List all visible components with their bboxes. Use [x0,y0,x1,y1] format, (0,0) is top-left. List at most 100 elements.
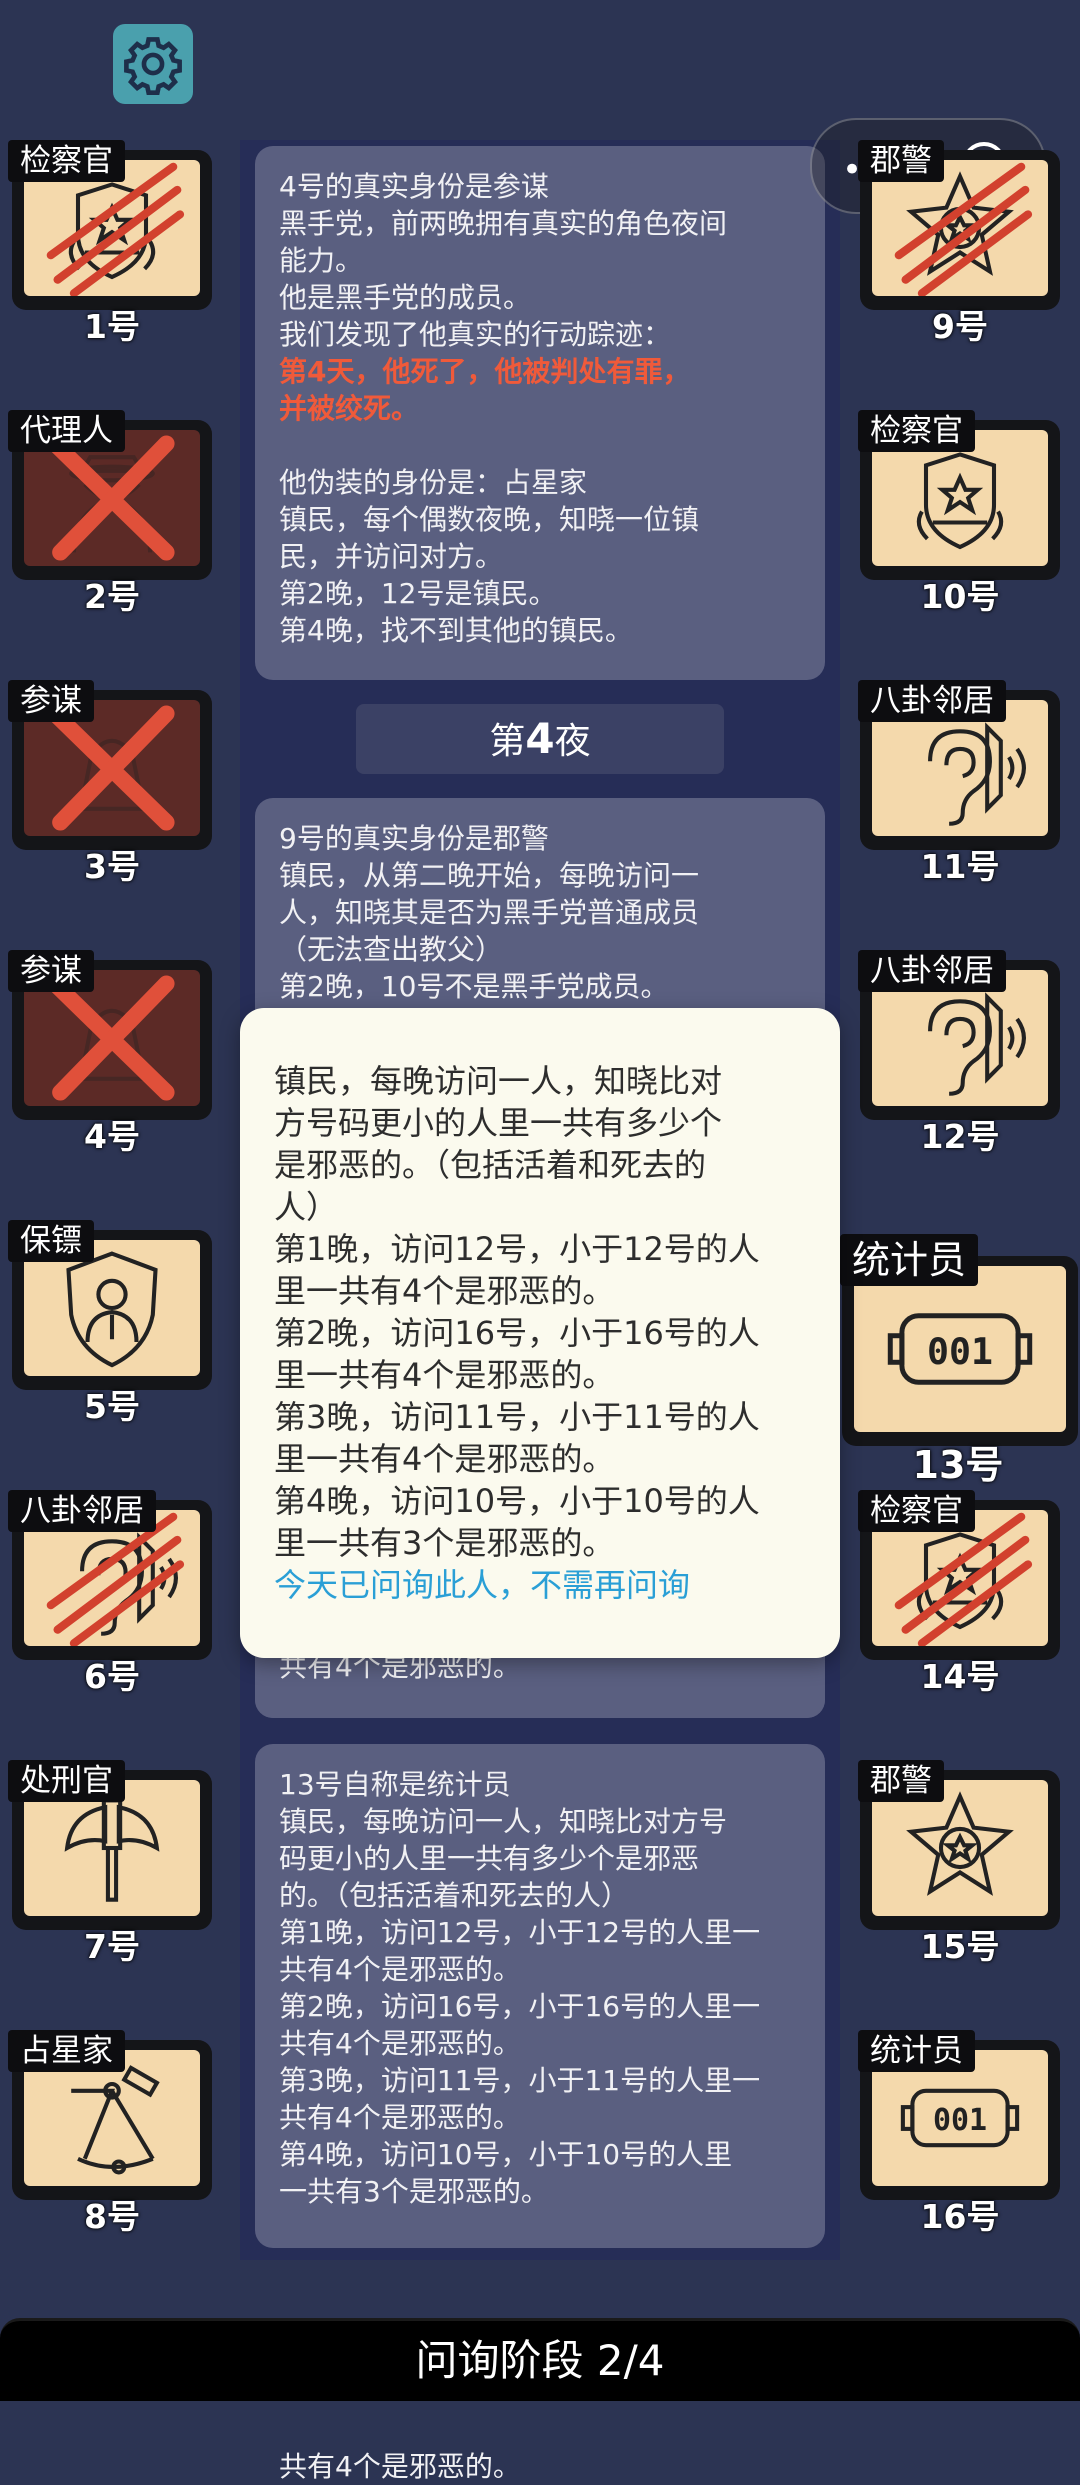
popup-line: 第3晚，访问11号，小于11号的人 [274,1398,760,1436]
role-label: 八卦邻居 [8,1490,156,1532]
msg-line: 共有4个是邪恶的。 [279,2101,521,2134]
role-label: 检察官 [858,410,975,452]
seat-number: 16号 [920,2197,1000,2236]
player-seat[interactable]: 郡警 9号 [856,100,1064,346]
seat-number: 6号 [84,1657,140,1696]
msg-line: 的。（包括活着和死去的人） [279,1879,630,1912]
player-seat[interactable]: 保镖 5号 [8,1180,216,1426]
player-seat[interactable]: 001 统计员 13号 [838,1210,1078,1487]
player-seat[interactable]: 001 统计员 16号 [856,1990,1064,2236]
msg-line: 第4晚，找不到其他的镇民。 [279,614,633,647]
night-number: 4 [525,714,555,763]
already-asked-notice: 今天已问询此人，不需再问询 [274,1566,691,1604]
msg-line: 黑手党，前两晚拥有真实的角色夜间 [279,207,728,240]
seat-number: 14号 [920,1657,1000,1696]
msg-line: 共有4个是邪恶的。 [279,1953,521,1986]
log-message-4: 4号的真实身份是参谋 黑手党，前两晚拥有真实的角色夜间 能力。 他是黑手党的成员… [255,146,825,680]
player-seat[interactable]: 代理人 2号 [8,370,216,616]
settings-button[interactable] [113,24,193,104]
msg-line: 13号自称是统计员 [279,1768,511,1801]
player-seat[interactable]: 处刑官 7号 [8,1720,216,1966]
msg-line: 民，并访问对方。 [279,540,504,573]
role-label: 占星家 [8,2030,125,2072]
msg-line: 一共有3个是邪恶的。 [279,2175,549,2208]
role-label: 八卦邻居 [858,680,1006,722]
player-seat[interactable]: 八卦邻居 11号 [856,640,1064,886]
role-label: 检察官 [8,140,125,182]
player-seat[interactable]: 八卦邻居 6号 [8,1450,216,1696]
popup-line: 第4晚，访问10号，小于10号的人 [274,1482,760,1520]
msg-line: 镇民，每个偶数夜晚，知晓一位镇 [279,503,700,536]
night-suffix: 夜 [554,721,591,762]
svg-text:001: 001 [933,2103,987,2138]
seat-number: 10号 [920,577,1000,616]
role-info-popup[interactable]: 镇民，每晚访问一人，知晓比对 方号码更小的人里一共有多少个 是邪恶的。（包括活着… [240,1008,840,1658]
seat-number: 12号 [920,1117,1000,1156]
role-label: 郡警 [858,1760,944,1802]
msg-line: 镇民，每晚访问一人，知晓比对方号 [279,1805,728,1838]
player-seat[interactable]: 占星家 8号 [8,1990,216,2236]
msg-line: 共有4个是邪恶的。 [279,2450,521,2483]
role-label: 保镖 [8,1220,94,1262]
msg-line: 第2晚，10号不是黑手党成员。 [279,970,669,1003]
seat-number: 5号 [84,1387,140,1426]
log-message-13: 13号自称是统计员 镇民，每晚访问一人，知晓比对方号 码更小的人里一共有多少个是… [255,1744,825,2248]
msg-line: 镇民，从第二晚开始，每晚访问一 [279,859,700,892]
role-label: 统计员 [840,1234,979,1286]
night-prefix: 第 [489,721,526,762]
player-seat[interactable]: 检察官 10号 [856,370,1064,616]
msg-highlight-line: 并被绞死。 [279,392,420,425]
msg-line: 他伪装的身份是：占星家 [279,466,588,499]
popup-line: 方号码更小的人里一共有多少个 [274,1104,723,1142]
msg-line: 我们发现了他真实的行动踪迹： [279,318,672,351]
popup-line: 第1晚，访问12号，小于12号的人 [274,1230,760,1268]
msg-line: 第2晚，12号是镇民。 [279,577,557,610]
svg-text:001: 001 [927,1330,993,1373]
night-divider: 第4夜 [356,704,724,774]
counter-icon: 001 [854,1266,1066,1432]
msg-line: 第2晚，访问16号，小于16号的人里一 [279,1990,761,2023]
player-seat[interactable]: 郡警 15号 [856,1720,1064,1966]
msg-line: 共有4个是邪恶的。 [279,2027,521,2060]
role-label: 八卦邻居 [858,950,1006,992]
role-label: 统计员 [858,2030,975,2072]
seat-number: 4号 [84,1117,140,1156]
seat-number: 7号 [84,1927,140,1966]
player-seat[interactable]: 参谋 4号 [8,910,216,1156]
msg-line: 他是黑手党的成员。 [279,281,532,314]
msg-line: 能力。 [279,244,364,277]
role-label: 检察官 [858,1490,975,1532]
phase-label: 问询阶段 2/4 [415,2336,665,2385]
msg-line: （无法查出教父） [279,933,504,966]
msg-line: 4号的真实身份是参谋 [279,170,549,203]
seat-number: 13号 [912,1443,1004,1487]
msg-line: 第4晚，访问10号，小于10号的人里 [279,2138,733,2171]
popup-line: 人） [274,1188,339,1226]
role-label: 处刑官 [8,1760,125,1802]
phase-bar: 问询阶段 2/4 [0,2318,1080,2401]
popup-line: 里一共有4个是邪恶的。 [274,1356,615,1394]
card-face: 001 [854,1266,1066,1432]
msg-line [279,427,801,464]
popup-line: 第2晚，访问16号，小于16号的人 [274,1314,760,1352]
role-label: 郡警 [858,140,944,182]
player-seat[interactable]: 参谋 3号 [8,640,216,886]
popup-line: 是邪恶的。（包括活着和死去的 [274,1146,707,1184]
seat-number: 15号 [920,1927,1000,1966]
role-label: 代理人 [8,410,125,452]
seat-number: 9号 [932,307,988,346]
seat-number: 2号 [84,577,140,616]
msg-highlight-line: 第4天，他死了，他被判处有罪， [279,355,691,388]
msg-line: 9号的真实身份是郡警 [279,822,549,855]
gear-icon [124,37,182,95]
player-seat[interactable]: 检察官 1号 [8,100,216,346]
seat-number: 1号 [84,307,140,346]
seat-number: 8号 [84,2197,140,2236]
player-seat[interactable]: 八卦邻居 12号 [856,910,1064,1156]
msg-line: 第1晚，访问12号，小于12号的人里一 [279,1916,761,1949]
seat-number: 3号 [84,847,140,886]
popup-line: 镇民，每晚访问一人，知晓比对 [274,1062,723,1100]
seat-number: 11号 [920,847,1000,886]
msg-line: 码更小的人里一共有多少个是邪恶 [279,1842,700,1875]
popup-line: 里一共有4个是邪恶的。 [274,1272,615,1310]
